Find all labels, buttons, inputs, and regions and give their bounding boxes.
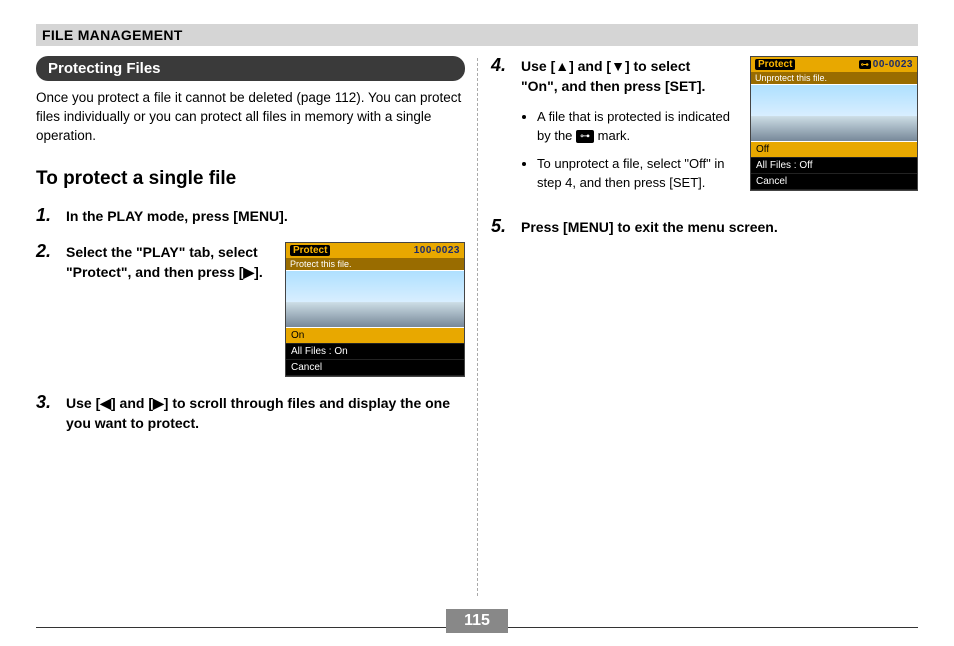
- page-number-badge: 115: [446, 609, 508, 633]
- step-text: Press [MENU] to exit the menu screen.: [521, 217, 918, 237]
- camera-lcd-protect-off: Protect ⊶00-0023 Unprotect this file. Of…: [750, 56, 918, 191]
- lcd-subtitle: Protect this file.: [286, 258, 464, 270]
- step-number: 2.: [36, 242, 56, 260]
- lcd-menu-selected: Off: [751, 142, 917, 158]
- lcd-photo-preview: [751, 84, 917, 142]
- step-4-bullets: A file that is protected is indicated by…: [521, 107, 730, 193]
- right-column: 4. Use [▲] and [▼] to select "On", and t…: [477, 56, 918, 450]
- step-1: 1. In the PLAY mode, press [MENU].: [36, 206, 465, 226]
- section-header: FILE MANAGEMENT: [36, 24, 918, 46]
- step-4: 4. Use [▲] and [▼] to select "On", and t…: [491, 56, 918, 201]
- lcd-menu-row: All Files : On: [286, 344, 464, 360]
- section-title-pill: Protecting Files: [36, 56, 465, 81]
- lcd-subtitle: Unprotect this file.: [751, 72, 917, 84]
- step-text: In the PLAY mode, press [MENU].: [66, 206, 465, 226]
- key-icon: ⊶: [859, 60, 871, 69]
- step-text: Select the "PLAY" tab, select "Protect",…: [66, 242, 265, 283]
- lcd-title: Protect: [290, 245, 330, 256]
- step-5: 5. Press [MENU] to exit the menu screen.: [491, 217, 918, 237]
- step-number: 5.: [491, 217, 511, 235]
- lcd-file-number: 100-0023: [414, 245, 460, 256]
- step-text: Use [◀] and [▶] to scroll through files …: [66, 393, 465, 434]
- intro-paragraph: Once you protect a file it cannot be del…: [36, 89, 465, 146]
- lcd-menu-row: All Files : Off: [751, 158, 917, 174]
- lcd-menu-row: Cancel: [751, 174, 917, 190]
- lcd-photo-preview: [286, 270, 464, 328]
- key-icon: ⊶: [576, 130, 594, 143]
- step-number: 4.: [491, 56, 511, 74]
- steps-list-left: 1. In the PLAY mode, press [MENU]. 2. Se…: [36, 206, 465, 434]
- step-number: 1.: [36, 206, 56, 224]
- step-number: 3.: [36, 393, 56, 411]
- step-text: Use [▲] and [▼] to select "On", and then…: [521, 56, 730, 97]
- lcd-title: Protect: [755, 59, 795, 70]
- steps-list-right: 4. Use [▲] and [▼] to select "On", and t…: [491, 56, 918, 237]
- step-2: 2. Select the "PLAY" tab, select "Protec…: [36, 242, 465, 377]
- lcd-menu: On All Files : On Cancel: [286, 328, 464, 376]
- lcd-menu: Off All Files : Off Cancel: [751, 142, 917, 190]
- lcd-menu-selected: On: [286, 328, 464, 344]
- bullet-protected-mark: A file that is protected is indicated by…: [537, 107, 730, 146]
- bullet-unprotect: To unprotect a file, select "Off" in ste…: [537, 154, 730, 193]
- page-footer: 115: [36, 603, 918, 628]
- subheading: To protect a single file: [36, 168, 465, 190]
- left-column: Protecting Files Once you protect a file…: [36, 56, 477, 450]
- lcd-menu-row: Cancel: [286, 360, 464, 376]
- lcd-file-number: 00-0023: [873, 59, 913, 70]
- two-column-layout: Protecting Files Once you protect a file…: [36, 56, 918, 450]
- camera-lcd-protect-on: Protect 100-0023 Protect this file. On A…: [285, 242, 465, 377]
- step-3: 3. Use [◀] and [▶] to scroll through fil…: [36, 393, 465, 434]
